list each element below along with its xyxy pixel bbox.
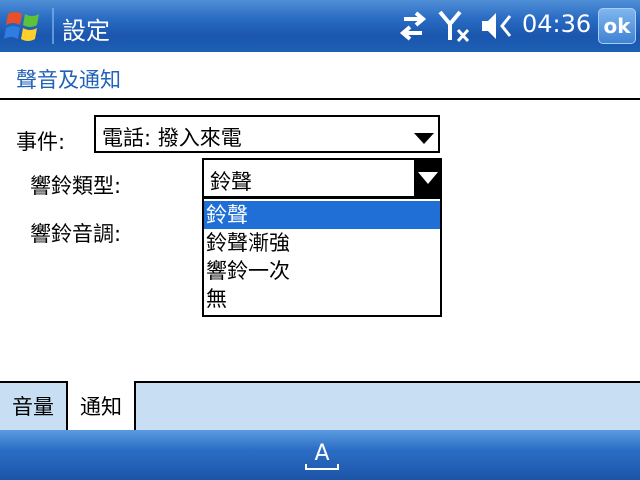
ok-button[interactable]: ok	[598, 8, 636, 44]
ring-type-options-list[interactable]: 鈴聲 鈴聲漸強 響鈴一次 無	[202, 197, 442, 317]
tab-volume[interactable]: 音量	[0, 381, 66, 430]
header-divider	[0, 98, 640, 100]
windows-start-icon[interactable]	[4, 6, 46, 46]
ring-type-label: 響鈴類型:	[30, 174, 122, 198]
option-ring[interactable]: 鈴聲	[204, 201, 440, 229]
option-ring-increasing[interactable]: 鈴聲漸強	[204, 229, 440, 257]
connectivity-icon[interactable]	[396, 8, 430, 44]
option-none[interactable]: 無	[204, 285, 440, 313]
tab-notification[interactable]: 通知	[66, 381, 136, 430]
active-tab-cover	[68, 381, 134, 383]
keyboard-input-icon[interactable]: A	[302, 436, 342, 472]
clock[interactable]: 04:36	[522, 10, 591, 38]
event-label: 事件:	[16, 130, 66, 154]
event-dropdown[interactable]: 電話: 撥入來電	[94, 115, 440, 153]
section-title: 聲音及通知	[16, 68, 121, 92]
event-value: 電話: 撥入來電	[102, 126, 242, 150]
svg-text:A: A	[314, 441, 329, 466]
chevron-down-icon[interactable]	[414, 130, 434, 149]
no-signal-icon[interactable]	[438, 8, 472, 44]
title-separator	[52, 8, 54, 44]
page-title: 設定	[62, 17, 110, 45]
ring-type-dropdown[interactable]: 鈴聲	[202, 158, 442, 198]
dropdown-button[interactable]	[414, 158, 442, 198]
ring-type-value: 鈴聲	[210, 170, 252, 194]
ring-tone-label: 響鈴音調:	[30, 222, 122, 246]
volume-icon[interactable]	[480, 8, 516, 44]
option-ring-once[interactable]: 響鈴一次	[204, 257, 440, 285]
